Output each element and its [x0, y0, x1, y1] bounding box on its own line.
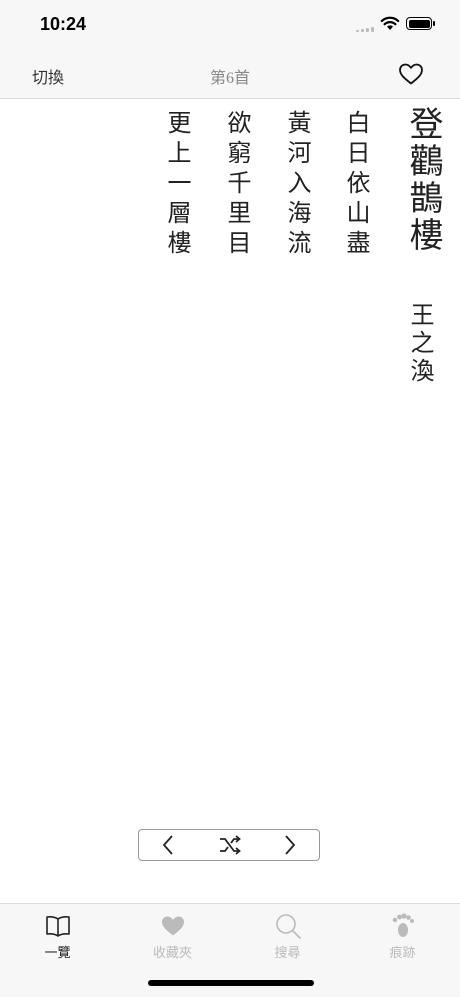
wifi-icon [380, 16, 400, 30]
shuffle-button[interactable] [205, 830, 255, 860]
poem-author: 王之渙 [406, 302, 434, 386]
status-time: 10:24 [40, 14, 87, 34]
next-poem-button[interactable] [265, 830, 315, 860]
tab-history[interactable]: 痕跡 [345, 904, 460, 964]
heart-icon [161, 916, 184, 936]
poem-line-3: 欲窮千里目 [223, 110, 251, 260]
poem-title: 登鸛鵲樓 [403, 106, 443, 254]
cellular-signal-icon [356, 26, 376, 32]
home-indicator [148, 980, 314, 986]
tab-label: 一覽 [44, 945, 71, 960]
tab-label: 搜尋 [274, 945, 301, 960]
poem-line-2: 黃河入海流 [283, 110, 311, 260]
page-title: 第6首 [209, 70, 250, 87]
shuffle-icon [220, 835, 241, 855]
book-icon [45, 916, 70, 937]
tab-favorites[interactable]: 收藏夾 [115, 904, 230, 964]
poem-line-4: 更上一層樓 [163, 110, 191, 260]
tab-search[interactable]: 搜尋 [230, 904, 345, 964]
chevron-right-icon [285, 835, 296, 855]
chevron-left-icon [162, 835, 173, 855]
tab-overview[interactable]: 一覽 [0, 904, 115, 964]
navigation-bar: 切換 第6首 [0, 50, 460, 99]
favorite-heart-icon[interactable] [398, 62, 424, 86]
footprints-icon [392, 913, 414, 937]
tab-label: 痕跡 [389, 945, 416, 960]
tab-label: 收藏夾 [152, 945, 192, 960]
battery-icon [406, 17, 435, 30]
poem-line-1: 白日依山盡 [342, 110, 370, 260]
search-icon [275, 914, 301, 939]
previous-poem-button[interactable] [143, 830, 193, 860]
poem-navigation-controls [138, 829, 320, 861]
status-bar: 10:24 [0, 0, 460, 50]
